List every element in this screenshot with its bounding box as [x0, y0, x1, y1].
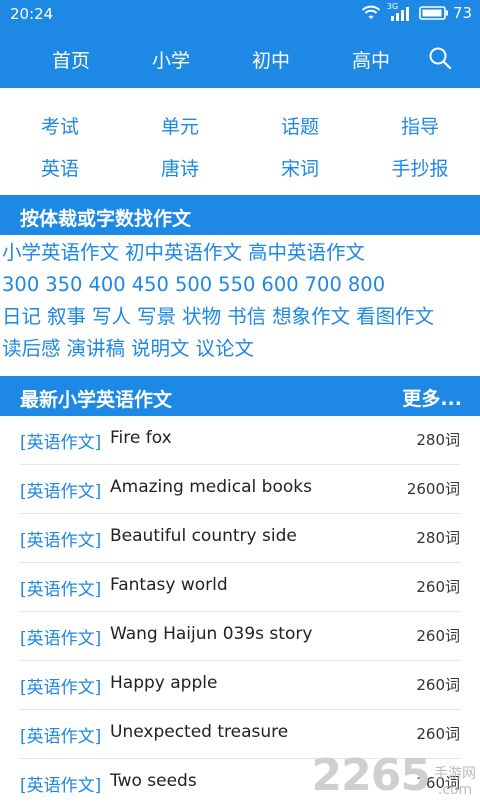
more-link[interactable]: 更多... [402, 384, 462, 411]
status-time: 20:24 [10, 5, 54, 23]
category-grid: 考试 单元 话题 指导 英语 唐诗 宋词 手抄报 [0, 100, 480, 192]
nav-senior-high[interactable]: 高中 [352, 46, 390, 73]
latest-section-header: 最新小学英语作文 更多... [0, 376, 480, 416]
category-handwritten-paper[interactable]: 手抄报 [370, 154, 470, 181]
link-count-700[interactable]: 700 [305, 273, 342, 296]
item-word-count: 260词 [416, 725, 460, 743]
watermark-number: 2265 [311, 750, 431, 801]
nav-primary-school[interactable]: 小学 [152, 46, 190, 73]
item-title[interactable]: Two seeds [110, 771, 197, 791]
watermark-domain: .com [437, 782, 473, 798]
status-icons: 3G 73 [361, 2, 472, 22]
item-title[interactable]: Wang Haijun 039s story [110, 624, 312, 644]
item-tag: [英语作文] [20, 727, 102, 747]
wifi-icon [361, 5, 381, 19]
link-narrative[interactable]: 叙事 [47, 305, 86, 328]
link-letter[interactable]: 书信 [227, 305, 266, 328]
latest-section-title: 最新小学英语作文 [20, 389, 173, 411]
link-count-450[interactable]: 450 [132, 273, 169, 296]
item-title[interactable]: Fantasy world [110, 575, 228, 595]
item-title[interactable]: Fire fox [110, 428, 172, 448]
category-exam[interactable]: 考试 [10, 112, 110, 139]
list-item[interactable]: [英语作文] Wang Haijun 039s story 260词 [20, 612, 460, 661]
link-count-500[interactable]: 500 [175, 273, 212, 296]
wordcount-links: 300 350 400 450 500 550 600 700 800 [0, 269, 480, 301]
battery-indicator: 73 [419, 4, 472, 22]
item-tag: [英语作文] [20, 433, 102, 453]
item-tag: [英语作文] [20, 580, 102, 600]
genre-links-2: 读后感 演讲稿 说明文 议论文 [0, 333, 480, 365]
search-button[interactable] [428, 46, 452, 74]
latest-list: [英语作文] Fire fox 280词 [英语作文] Amazing medi… [20, 416, 460, 807]
find-links: 小学英语作文 初中英语作文 高中英语作文 300 350 400 450 500 550 600… [0, 237, 480, 365]
item-word-count: 280词 [416, 431, 460, 449]
status-bar: 20:24 3G 73 [0, 0, 480, 30]
item-title[interactable]: Unexpected treasure [110, 722, 288, 742]
item-tag: [英语作文] [20, 776, 102, 796]
level-links: 小学英语作文 初中英语作文 高中英语作文 [0, 237, 480, 269]
category-english[interactable]: 英语 [10, 154, 110, 181]
link-junior-english[interactable]: 初中英语作文 [125, 241, 242, 264]
item-word-count: 280词 [416, 529, 460, 547]
battery-icon [419, 6, 448, 20]
link-exposition[interactable]: 说明文 [131, 337, 190, 360]
item-title[interactable]: Happy apple [110, 673, 217, 693]
link-object[interactable]: 状物 [182, 305, 221, 328]
battery-level: 73 [452, 4, 472, 22]
category-tang-poems[interactable]: 唐诗 [130, 154, 230, 181]
link-imagination[interactable]: 想象作文 [272, 305, 350, 328]
link-portrait[interactable]: 写人 [92, 305, 131, 328]
link-count-600[interactable]: 600 [261, 273, 298, 296]
link-scenery[interactable]: 写景 [137, 305, 176, 328]
item-word-count: 260词 [416, 578, 460, 596]
item-word-count: 260词 [416, 676, 460, 694]
category-unit[interactable]: 单元 [130, 112, 230, 139]
watermark-text: 手游网 [434, 766, 476, 782]
link-count-350[interactable]: 350 [45, 273, 82, 296]
category-song-ci[interactable]: 宋词 [250, 154, 350, 181]
nav-junior-high[interactable]: 初中 [252, 46, 290, 73]
link-count-800[interactable]: 800 [348, 273, 385, 296]
list-item[interactable]: [英语作文] Happy apple 260词 [20, 661, 460, 710]
link-count-400[interactable]: 400 [88, 273, 125, 296]
item-word-count: 260词 [416, 627, 460, 645]
link-argument[interactable]: 议论文 [196, 337, 255, 360]
list-item[interactable]: [英语作文] Amazing medical books 2600词 [20, 465, 460, 514]
category-guide[interactable]: 指导 [370, 112, 470, 139]
item-tag: [英语作文] [20, 629, 102, 649]
search-icon [429, 47, 452, 70]
category-topic[interactable]: 话题 [250, 112, 350, 139]
watermark-label: 手游网 .com [434, 766, 476, 798]
site-watermark: 2265 手游网 .com [311, 750, 476, 801]
find-section-header: 按体裁或字数找作文 [0, 195, 480, 235]
nav-home[interactable]: 首页 [52, 46, 90, 73]
list-item[interactable]: [英语作文] Fire fox 280词 [20, 416, 460, 465]
item-tag: [英语作文] [20, 678, 102, 698]
genre-links: 日记 叙事 写人 写景 状物 书信 想象作文 看图作文 [0, 301, 480, 333]
link-primary-english[interactable]: 小学英语作文 [2, 241, 119, 264]
link-picture[interactable]: 看图作文 [356, 305, 434, 328]
top-bar: 20:24 3G 73 首页 小学 初中 高中 [0, 0, 480, 88]
find-section-title: 按体裁或字数找作文 [20, 208, 192, 230]
item-title[interactable]: Amazing medical books [110, 477, 312, 497]
item-tag: [英语作文] [20, 531, 102, 551]
link-review[interactable]: 读后感 [2, 337, 61, 360]
list-item[interactable]: [英语作文] Beautiful country side 280词 [20, 514, 460, 563]
link-senior-english[interactable]: 高中英语作文 [248, 241, 365, 264]
link-count-300[interactable]: 300 [2, 273, 39, 296]
link-count-550[interactable]: 550 [218, 273, 255, 296]
link-speech[interactable]: 演讲稿 [67, 337, 126, 360]
item-title[interactable]: Beautiful country side [110, 526, 297, 546]
item-tag: [英语作文] [20, 482, 102, 502]
list-item[interactable]: [英语作文] Fantasy world 260词 [20, 563, 460, 612]
signal-icon: 3G [387, 2, 413, 21]
main-nav: 首页 小学 初中 高中 [0, 40, 480, 76]
item-word-count: 2600词 [406, 480, 460, 498]
link-diary[interactable]: 日记 [2, 305, 41, 328]
